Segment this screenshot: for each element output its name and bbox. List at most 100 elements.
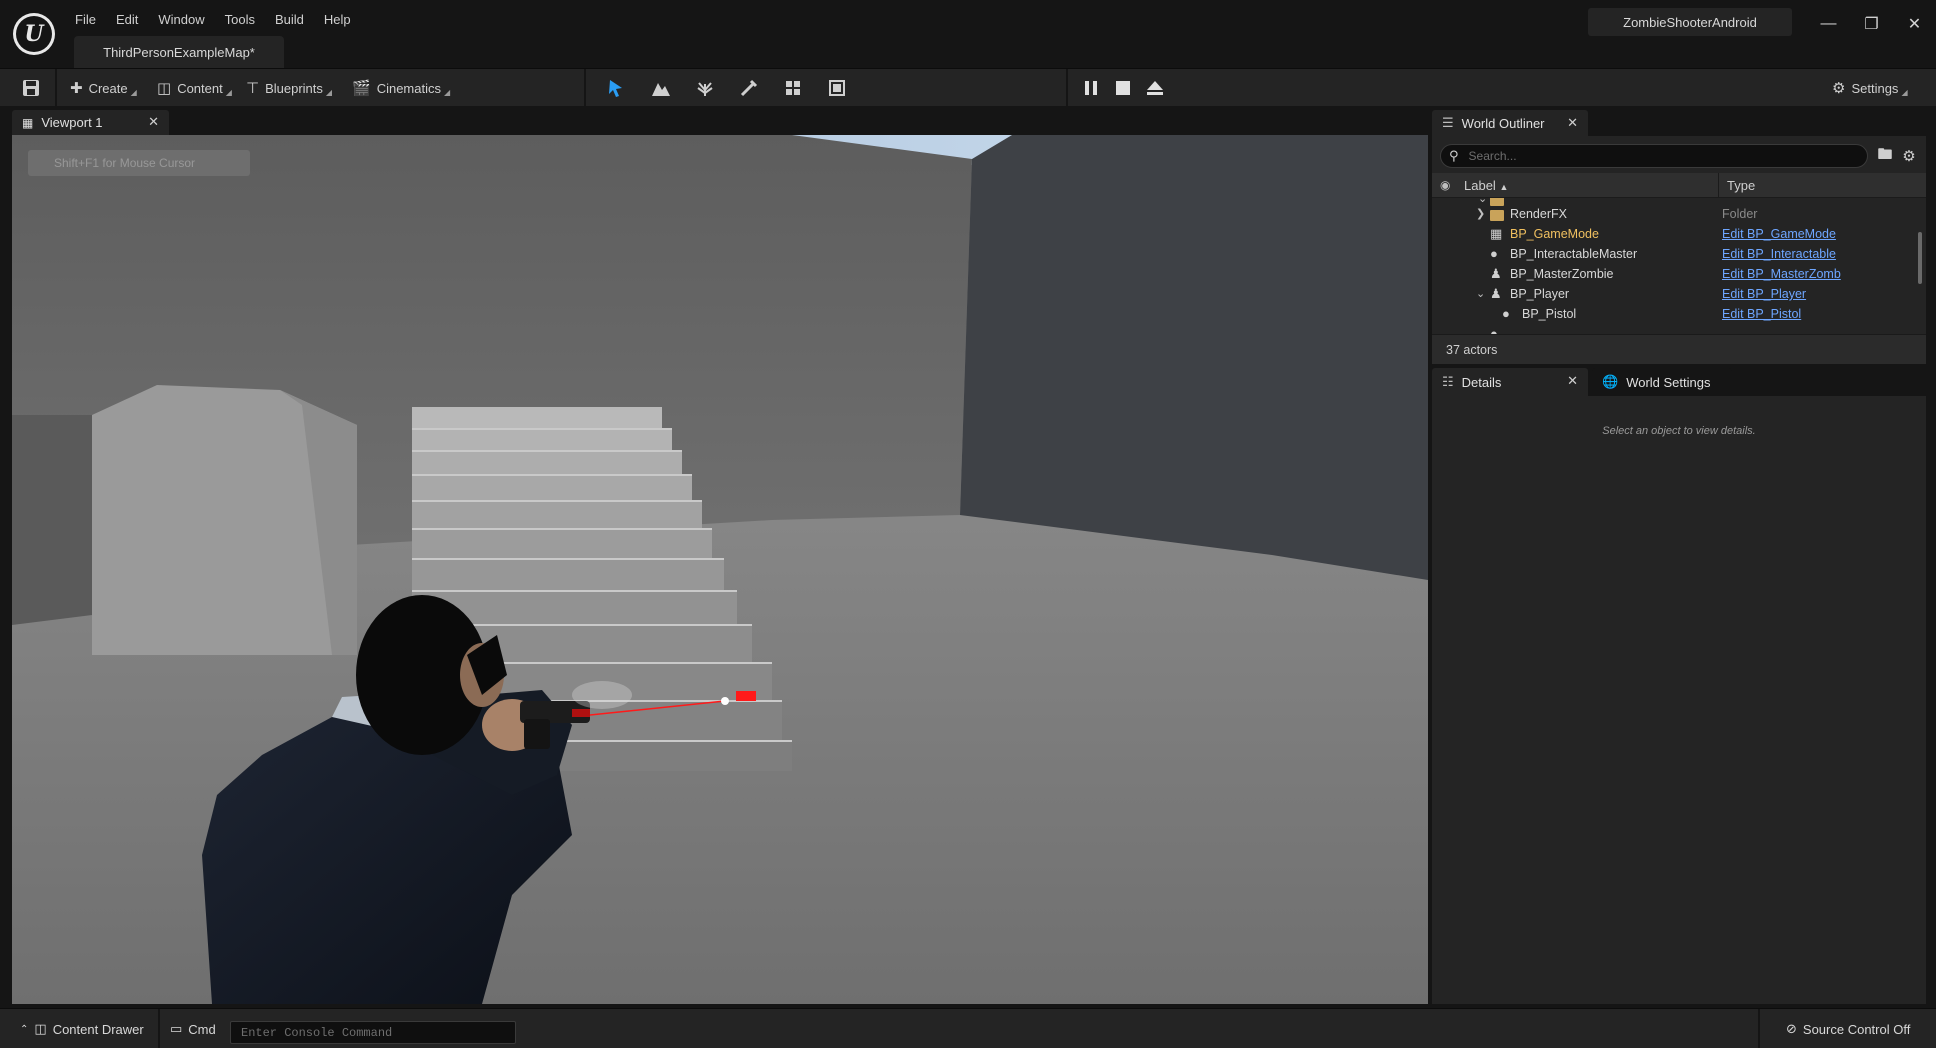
foliage-mode-icon[interactable] bbox=[692, 76, 718, 100]
content-label: Content bbox=[177, 80, 223, 96]
stop-icon[interactable] bbox=[1110, 76, 1136, 100]
actor-sphere-icon: ● bbox=[1502, 306, 1510, 321]
console-command-input[interactable] bbox=[241, 1022, 511, 1043]
brush-edit-mode-icon[interactable] bbox=[824, 76, 850, 100]
toolbar-divider bbox=[584, 69, 586, 107]
chevron-right-icon: ⌄ bbox=[1478, 198, 1488, 205]
create-icon: ✚ bbox=[70, 80, 83, 97]
table-row[interactable]: ● BP_InteractableMaster Edit BP_Interact… bbox=[1432, 245, 1912, 265]
content-button[interactable]: ◫ Content ◢ bbox=[157, 69, 232, 107]
fracture-mode-icon[interactable] bbox=[780, 76, 806, 100]
viewport-grid-icon: ▦ bbox=[22, 115, 34, 130]
mesh-paint-mode-icon[interactable] bbox=[736, 76, 762, 100]
minimize-icon[interactable]: — bbox=[1807, 8, 1850, 40]
toolbar-divider bbox=[1066, 69, 1068, 107]
right-wall bbox=[960, 135, 1428, 580]
tab-world-outliner[interactable]: ☰ World Outliner ✕ bbox=[1432, 110, 1588, 136]
console-command-box[interactable] bbox=[230, 1021, 516, 1044]
save-icon[interactable] bbox=[18, 76, 44, 100]
cinematics-label: Cinematics bbox=[376, 80, 441, 96]
label-column[interactable]: Label ▲ bbox=[1464, 178, 1508, 193]
pause-icon[interactable] bbox=[1078, 76, 1104, 100]
gear-icon[interactable]: ⚙ bbox=[1899, 146, 1919, 166]
menu-file[interactable]: File bbox=[65, 8, 106, 31]
tab-viewport-1[interactable]: ▦ Viewport 1 ✕ bbox=[12, 110, 169, 135]
edit-blueprint-link[interactable]: Edit BP_MasterZomb bbox=[1722, 267, 1912, 281]
visibility-eye-icon[interactable]: ◉ bbox=[1440, 178, 1450, 192]
close-icon[interactable]: ✕ bbox=[1893, 8, 1936, 40]
table-row[interactable]: ● bbox=[1432, 325, 1912, 334]
menu-window[interactable]: Window bbox=[148, 8, 214, 31]
edit-blueprint-link[interactable]: Edit BP_Player bbox=[1722, 287, 1912, 301]
outliner-tab-label: World Outliner bbox=[1461, 115, 1545, 131]
outliner-search[interactable]: ⚲ bbox=[1440, 144, 1868, 168]
details-panel: Select an object to view details. bbox=[1432, 396, 1926, 1004]
edit-blueprint-link[interactable]: Edit BP_GameMode bbox=[1722, 227, 1912, 241]
row-label: BP_Player bbox=[1510, 287, 1570, 301]
eject-icon[interactable] bbox=[1142, 76, 1168, 100]
laser-dot bbox=[721, 697, 729, 705]
source-control-off-icon: ⊘ bbox=[1786, 1021, 1797, 1036]
main-toolbar: ✚ Create ◢ ◫ Content ◢ ⊤ Blueprints ◢ 🎬 Cinemat… bbox=[0, 68, 1936, 107]
world-settings-tab-label: World Settings bbox=[1626, 374, 1711, 390]
outliner-search-input[interactable] bbox=[1468, 149, 1849, 163]
create-button[interactable]: ✚ Create ◢ bbox=[70, 69, 137, 107]
select-mode-icon[interactable] bbox=[603, 76, 629, 100]
restore-icon[interactable]: ❐ bbox=[1850, 8, 1893, 40]
source-control-button[interactable]: ⊘ Source Control Off bbox=[1786, 1017, 1910, 1041]
details-tab-label: Details bbox=[1461, 374, 1502, 390]
table-row[interactable]: ⌄ ♟ BP_Player Edit BP_Player bbox=[1432, 285, 1912, 305]
details-sliders-icon: ☷ bbox=[1442, 374, 1454, 389]
menu-tools[interactable]: Tools bbox=[215, 8, 265, 31]
viewport-tab-bar bbox=[12, 108, 1430, 135]
outliner-list-icon: ☰ bbox=[1442, 115, 1454, 130]
search-icon: ⚲ bbox=[1449, 148, 1459, 163]
table-row[interactable]: ● BP_Pistol Edit BP_Pistol bbox=[1432, 305, 1912, 325]
chevron-right-icon[interactable]: ❯ bbox=[1476, 207, 1485, 220]
details-empty-hint: Select an object to view details. bbox=[1602, 425, 1756, 437]
window-controls: — ❐ ✕ bbox=[1807, 8, 1936, 40]
map-tab[interactable]: ThirdPersonExampleMap* bbox=[74, 36, 284, 68]
tab-world-settings[interactable]: 🌐 World Settings bbox=[1592, 368, 1732, 396]
toolbar-divider bbox=[55, 69, 57, 107]
unreal-logo-icon[interactable]: U bbox=[13, 13, 55, 55]
status-bar: ⌃ ◫ Content Drawer ▭ Cmd ⊘ Source Contro… bbox=[0, 1008, 1936, 1048]
cinematics-button[interactable]: 🎬 Cinematics ◢ bbox=[352, 69, 450, 107]
type-column[interactable]: Type bbox=[1718, 173, 1926, 198]
left-wall bbox=[12, 415, 92, 625]
status-divider bbox=[158, 1009, 160, 1048]
scene-render bbox=[12, 135, 1428, 1004]
table-row[interactable]: ▦ BP_GameMode Edit BP_GameMode bbox=[1432, 225, 1912, 245]
settings-button[interactable]: ⚙ Settings ◢ bbox=[1832, 69, 1908, 107]
chevron-up-icon: ⌃ bbox=[20, 1023, 29, 1035]
table-row[interactable]: ♟ BP_MasterZombie Edit BP_MasterZomb bbox=[1432, 265, 1912, 285]
menu-build[interactable]: Build bbox=[265, 8, 314, 31]
row-label: BP_InteractableMaster bbox=[1510, 247, 1638, 261]
muzzle-smoke bbox=[572, 681, 632, 709]
laser-marker bbox=[736, 691, 756, 701]
outliner-rows: ⌄ ❯ RenderFX Folder ▦ BP_GameMode Edit B… bbox=[1432, 198, 1912, 334]
tab-details[interactable]: ☷ Details ✕ bbox=[1432, 368, 1588, 396]
close-tab-icon[interactable]: ✕ bbox=[1567, 115, 1578, 131]
menu-edit[interactable]: Edit bbox=[106, 8, 148, 31]
blueprints-button[interactable]: ⊤ Blueprints ◢ bbox=[246, 69, 332, 107]
outliner-column-header: ◉ Label ▲ Type bbox=[1432, 173, 1926, 198]
content-drawer-button[interactable]: ⌃ ◫ Content Drawer bbox=[20, 1017, 144, 1041]
add-folder-icon[interactable]: 🖿 bbox=[1875, 146, 1895, 166]
landscape-mode-icon[interactable] bbox=[648, 76, 674, 100]
chevron-down-icon[interactable]: ⌄ bbox=[1476, 287, 1485, 300]
edit-blueprint-link[interactable]: Edit BP_Pistol bbox=[1722, 307, 1912, 321]
level-viewport[interactable]: Shift+F1 for Mouse Cursor bbox=[12, 135, 1428, 1004]
dropdown-corner-icon: ◢ bbox=[1901, 88, 1908, 97]
close-tab-icon[interactable]: ✕ bbox=[1567, 373, 1578, 389]
cmd-button[interactable]: ▭ Cmd bbox=[170, 1017, 216, 1041]
outliner-scrollbar[interactable] bbox=[1918, 232, 1922, 284]
source-control-label: Source Control Off bbox=[1802, 1021, 1911, 1037]
row-label: RenderFX bbox=[1510, 207, 1567, 221]
edit-blueprint-link[interactable]: Edit BP_Interactable bbox=[1722, 247, 1912, 261]
close-tab-icon[interactable]: ✕ bbox=[148, 114, 159, 130]
menu-help[interactable]: Help bbox=[314, 8, 361, 31]
globe-icon: 🌐 bbox=[1602, 374, 1619, 389]
table-row[interactable]: ❯ RenderFX Folder bbox=[1432, 205, 1912, 225]
pawn-icon: ♟ bbox=[1490, 286, 1502, 301]
